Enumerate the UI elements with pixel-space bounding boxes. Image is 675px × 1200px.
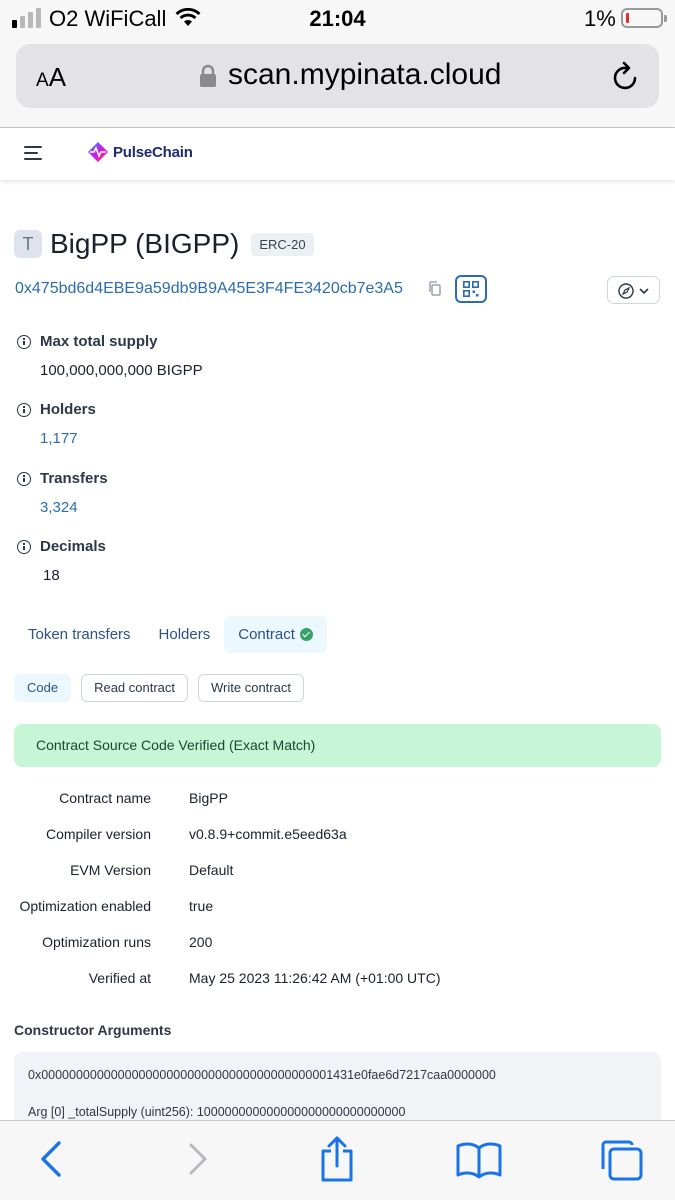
- constructor-raw: 0x00000000000000000000000000000000000000…: [28, 1068, 496, 1082]
- detail-key: Compiler version: [45, 826, 151, 842]
- detail-key: Optimization enabled: [19, 898, 151, 914]
- detail-row: Verified at May 25 2023 11:26:42 AM (+01…: [0, 970, 675, 990]
- detail-key: Contract name: [59, 790, 151, 806]
- pulsechain-logo-icon: [88, 142, 108, 162]
- detail-key: EVM Version: [70, 862, 151, 878]
- reload-icon[interactable]: [611, 60, 641, 92]
- detail-value: May 25 2023 11:26:42 AM (+01:00 UTC): [189, 970, 441, 986]
- info-value: 100,000,000,000 BIGPP: [40, 362, 203, 379]
- info-icon[interactable]: [17, 335, 31, 349]
- detail-key: Verified at: [88, 970, 151, 986]
- detail-key: Optimization runs: [42, 934, 151, 950]
- token-standard-badge: ERC-20: [251, 232, 314, 256]
- detail-row: EVM Version Default: [0, 862, 675, 882]
- copy-icon[interactable]: [428, 281, 441, 296]
- token-name: BigPP (BIGPP): [50, 228, 240, 259]
- detail-value: 200: [189, 934, 213, 950]
- logo-text: PulseChain: [113, 143, 193, 161]
- holders-count-link[interactable]: 1,177: [40, 430, 78, 447]
- subtab-read-contract[interactable]: Read contract: [81, 674, 189, 702]
- constructor-args-title: Constructor Arguments: [14, 1022, 172, 1038]
- detail-value: true: [189, 898, 214, 914]
- contract-subtabs: Code Read contract Write contract: [14, 674, 304, 702]
- token-avatar: T: [14, 230, 42, 258]
- token-heading: T BigPP (BIGPP) ERC-20: [14, 228, 314, 260]
- compass-icon: [618, 283, 634, 299]
- explorer-menu-button[interactable]: [607, 276, 660, 304]
- battery-percent: 1%: [584, 6, 616, 31]
- info-label: Transfers: [40, 470, 108, 487]
- contract-address[interactable]: 0x475bd6d4EBE9a59db9B9A45E3F4FE3420cb7e3…: [15, 280, 403, 298]
- battery-icon: [621, 8, 667, 28]
- transfers-count-link[interactable]: 3,324: [40, 499, 78, 516]
- lock-icon: [200, 64, 216, 87]
- subtab-code[interactable]: Code: [14, 674, 72, 702]
- text-size-button[interactable]: AA: [36, 62, 66, 93]
- tab-holders[interactable]: Holders: [145, 616, 225, 653]
- status-time: 21:04: [309, 6, 366, 31]
- status-bar: O2 WiFiCall 21:04 1%: [0, 0, 675, 38]
- browser-toolbar: AA scan.mypinata.cloud: [0, 38, 675, 128]
- verified-banner: Contract Source Code Verified (Exact Mat…: [14, 724, 661, 767]
- token-page: T BigPP (BIGPP) ERC-20 0x475bd6d4EBE9a59…: [0, 180, 675, 1120]
- tab-token-transfers[interactable]: Token transfers: [14, 616, 145, 653]
- pulsechain-logo[interactable]: PulseChain: [87, 141, 193, 163]
- info-value: 18: [43, 567, 60, 584]
- info-label: Decimals: [40, 538, 106, 555]
- info-icon[interactable]: [17, 472, 31, 486]
- tab-label: Contract: [238, 626, 295, 643]
- tabs-icon[interactable]: [599, 1139, 643, 1181]
- detail-value: BigPP: [189, 790, 228, 806]
- url-text[interactable]: scan.mypinata.cloud: [228, 58, 502, 92]
- address-bar[interactable]: AA scan.mypinata.cloud: [16, 44, 659, 108]
- detail-row: Contract name BigPP: [0, 790, 675, 810]
- site-header: PulseChain: [0, 128, 675, 180]
- info-icon[interactable]: [17, 540, 31, 554]
- subtab-write-contract[interactable]: Write contract: [198, 674, 304, 702]
- share-icon[interactable]: [318, 1135, 356, 1183]
- bookmarks-icon[interactable]: [456, 1141, 502, 1179]
- detail-row: Optimization enabled true: [0, 898, 675, 918]
- info-label: Max total supply: [40, 333, 158, 350]
- constructor-arg: Arg [0] _totalSupply (uint256): 10000000…: [28, 1105, 406, 1119]
- menu-icon[interactable]: [24, 146, 42, 164]
- back-icon[interactable]: [38, 1139, 64, 1179]
- qr-code-icon: [463, 281, 479, 297]
- forward-icon[interactable]: [186, 1139, 212, 1179]
- info-icon[interactable]: [17, 403, 31, 417]
- verified-check-icon: [299, 628, 313, 641]
- detail-value: Default: [189, 862, 234, 878]
- address-row: 0x475bd6d4EBE9a59db9B9A45E3F4FE3420cb7e3…: [15, 275, 660, 307]
- chevron-down-icon: [639, 288, 649, 295]
- tab-contract[interactable]: Contract: [224, 616, 327, 653]
- detail-value: v0.8.9+commit.e5eed63a: [189, 826, 347, 842]
- info-label: Holders: [40, 401, 96, 418]
- token-tabs: Token transfers Holders Contract: [14, 616, 327, 653]
- qr-code-button[interactable]: [455, 275, 487, 303]
- constructor-args-box: 0x00000000000000000000000000000000000000…: [14, 1052, 661, 1120]
- browser-bottom-toolbar: [0, 1120, 675, 1200]
- detail-row: Compiler version v0.8.9+commit.e5eed63a: [0, 826, 675, 846]
- detail-row: Optimization runs 200: [0, 934, 675, 954]
